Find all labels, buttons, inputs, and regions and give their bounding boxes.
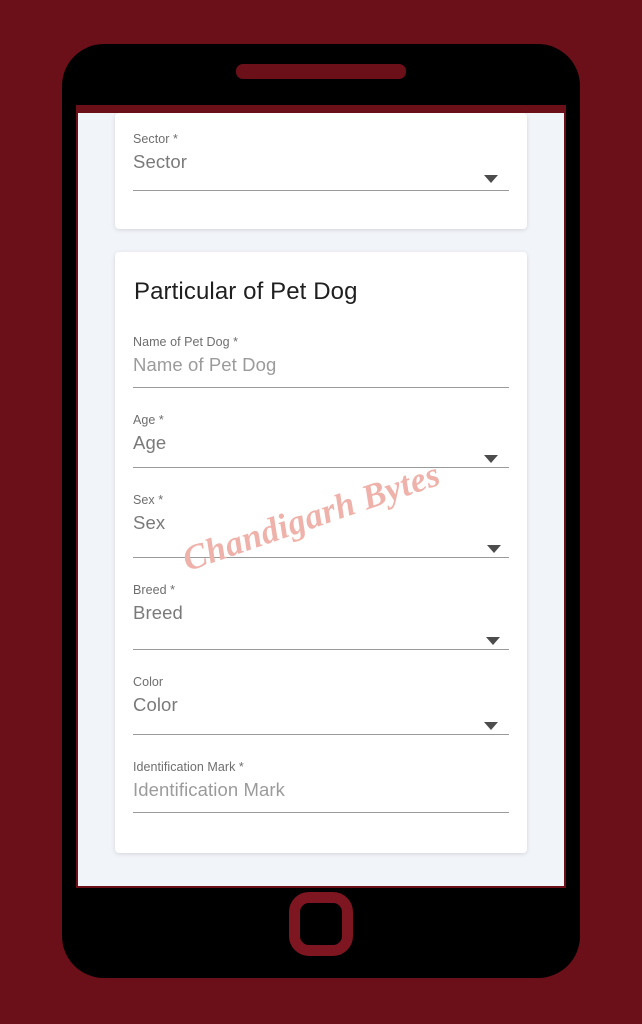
field-age[interactable]: Age * Age (133, 410, 509, 468)
field-breed-value: Breed (133, 602, 183, 623)
field-breed-control[interactable]: Breed (133, 598, 509, 650)
field-identification-mark-label: Identification Mark * (133, 760, 244, 774)
field-identification-mark[interactable]: Identification Mark * Identification Mar… (133, 757, 509, 813)
field-name-of-pet-dog-control[interactable]: Name of Pet Dog (133, 350, 509, 388)
chevron-down-icon[interactable] (484, 455, 498, 463)
field-identification-mark-placeholder: Identification Mark (133, 779, 286, 800)
field-breed[interactable]: Breed * Breed (133, 580, 509, 650)
field-breed-label: Breed * (133, 583, 176, 597)
field-sex-value: Sex (133, 512, 166, 533)
field-age-control[interactable]: Age (133, 428, 509, 468)
chevron-down-icon[interactable] (484, 175, 498, 183)
field-sex[interactable]: Sex * Sex (133, 490, 509, 558)
phone-screen: Sector * Sector Particular of Pet Dog Na… (76, 105, 566, 888)
field-name-of-pet-dog-label: Name of Pet Dog * (133, 335, 239, 349)
field-color-control[interactable]: Color (133, 690, 509, 735)
field-age-label: Age * (133, 413, 164, 427)
field-color[interactable]: Color Color (133, 672, 509, 735)
field-sector[interactable]: Sector * Sector (133, 129, 509, 191)
field-sector-value: Sector (133, 151, 188, 172)
field-name-of-pet-dog-placeholder: Name of Pet Dog (133, 354, 277, 375)
page-title: Particular of Pet Dog (134, 278, 358, 305)
field-color-value: Color (133, 694, 178, 715)
field-sector-label: Sector * (133, 132, 178, 146)
field-sex-label: Sex * (133, 493, 164, 507)
phone-device-frame: Sector * Sector Particular of Pet Dog Na… (62, 44, 580, 978)
card-sector: Sector * Sector (115, 113, 527, 229)
speaker-slot (236, 64, 406, 79)
form-scroll-area[interactable]: Sector * Sector Particular of Pet Dog Na… (78, 113, 564, 886)
field-sex-control[interactable]: Sex (133, 508, 509, 558)
field-sector-control[interactable]: Sector (133, 147, 509, 191)
chevron-down-icon[interactable] (487, 545, 501, 553)
field-color-label: Color (133, 675, 164, 689)
field-age-value: Age (133, 432, 167, 453)
field-name-of-pet-dog[interactable]: Name of Pet Dog * Name of Pet Dog (133, 332, 509, 388)
chevron-down-icon[interactable] (486, 637, 500, 645)
home-button[interactable] (289, 892, 353, 956)
card-particular-of-pet-dog: Particular of Pet Dog Name of Pet Dog * … (115, 252, 527, 853)
field-identification-mark-control[interactable]: Identification Mark (133, 775, 509, 813)
chevron-down-icon[interactable] (484, 722, 498, 730)
